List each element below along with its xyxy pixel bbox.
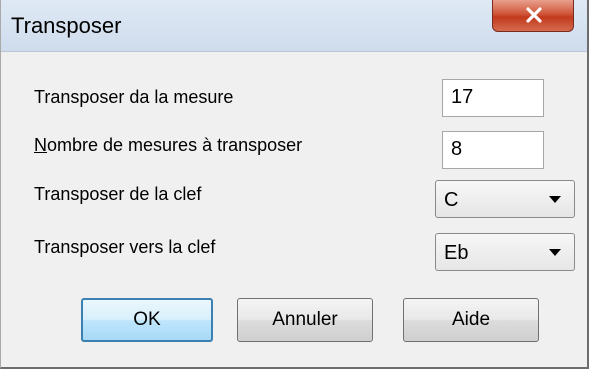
window-title: Transposer xyxy=(11,13,122,38)
from-key-value: C xyxy=(444,189,459,211)
chevron-down-icon xyxy=(549,196,561,203)
start-measure-value: 17 xyxy=(451,86,474,108)
start-measure-label: Transposer da la mesure xyxy=(34,87,234,107)
title-bar[interactable]: Transposer xyxy=(1,0,587,52)
to-key-label: Transposer vers la clef xyxy=(34,237,216,257)
to-key-value: Eb xyxy=(444,242,469,264)
from-key-select[interactable]: C xyxy=(435,180,575,218)
measure-count-label: Nombre de mesures à transposer xyxy=(34,134,302,156)
start-measure-input[interactable]: 17 xyxy=(442,79,544,117)
to-key-select[interactable]: Eb xyxy=(435,233,575,271)
chevron-down-icon xyxy=(549,249,561,256)
help-button[interactable]: Aide xyxy=(403,298,539,342)
cancel-button[interactable]: Annuler xyxy=(237,298,373,342)
measure-count-label-rest: ombre de mesures à transposer xyxy=(47,135,303,155)
measure-count-input[interactable]: 8 xyxy=(442,131,544,169)
ok-button[interactable]: OK xyxy=(81,298,213,342)
measure-count-label-mnemonic: N xyxy=(34,135,47,155)
close-button[interactable] xyxy=(492,0,574,32)
close-icon xyxy=(526,7,542,23)
transposer-dialog: Transposer Transposer da la mesure 17 No… xyxy=(0,0,589,369)
from-key-label: Transposer de la clef xyxy=(34,184,202,204)
measure-count-value: 8 xyxy=(451,138,463,160)
